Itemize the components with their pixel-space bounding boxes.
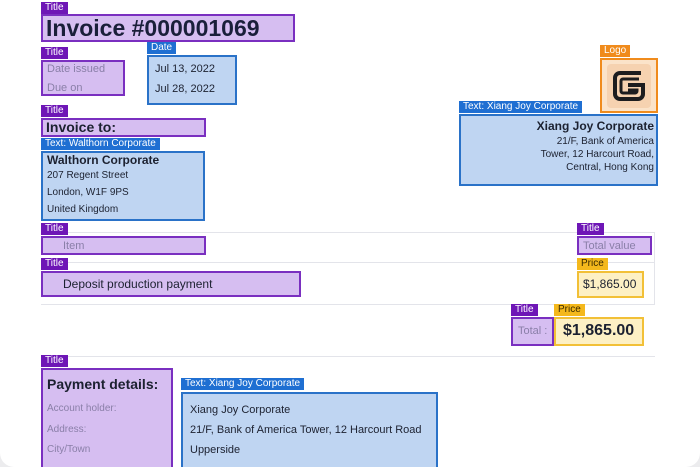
title-tag: Title [577, 223, 604, 235]
recipient-address-line1: 207 Regent Street [47, 170, 129, 181]
city-label: City/Town [47, 444, 91, 455]
title-tag: Title [41, 47, 68, 59]
address-value: 21/F, Bank of America Tower, 12 Harcourt… [190, 424, 422, 436]
g-logo-icon [606, 63, 652, 109]
payment-details-title: Payment details: [47, 376, 159, 392]
price-tag: Price [554, 304, 585, 316]
city-value: Upperside [190, 444, 241, 456]
recipient-address-line3: United Kingdom [47, 204, 119, 215]
col-item-header: Item [63, 240, 85, 252]
total-value: $1,865.00 [563, 322, 635, 339]
title-tag: Title [41, 258, 68, 270]
recipient-name: Walthorn Corporate [47, 153, 160, 167]
table-top-border [41, 232, 655, 233]
title-tag: Title [41, 2, 68, 14]
date-issued-value: Jul 13, 2022 [155, 63, 215, 75]
row-price: $1,865.00 [583, 277, 637, 291]
sender-tag: Text: Xiang Joy Corporate [459, 101, 583, 113]
sender-address-line2: Tower, 12 Harcourt Road, [540, 149, 654, 160]
account-holder-value: Xiang Joy Corporate [190, 404, 291, 416]
logo-tag: Logo [600, 45, 631, 57]
col-total-value-header: Total value [583, 240, 636, 252]
total-label: Total : [518, 325, 548, 337]
invoice-page: Title Invoice #000001069 Title Date issu… [0, 0, 700, 467]
payment-text-tag: Text: Xiang Joy Corporate [181, 378, 305, 390]
table-right-border [654, 232, 655, 305]
title-tag: Title [41, 355, 68, 367]
date-tag: Date [147, 42, 177, 54]
sender-address-line1: 21/F, Bank of America [556, 136, 654, 147]
row-item: Deposit production payment [63, 277, 213, 291]
table-header-divider [41, 262, 655, 263]
due-on-label: Due on [47, 82, 83, 94]
title-tag: Title [41, 105, 68, 117]
invoice-title: Invoice #000001069 [46, 15, 260, 41]
address-label: Address: [47, 424, 87, 435]
price-tag: Price [577, 258, 608, 270]
sender-address-line3: Central, Hong Kong [566, 162, 654, 173]
due-on-value: Jul 28, 2022 [155, 83, 215, 95]
invoice-to-label: Invoice to: [46, 119, 117, 135]
title-tag: Title [41, 223, 68, 235]
recipient-tag: Text: Walthorn Corporate [41, 138, 160, 150]
sender-name: Xiang Joy Corporate [536, 119, 654, 133]
date-issued-label: Date issued [47, 63, 106, 75]
title-tag: Title [511, 304, 538, 316]
section-divider [41, 356, 655, 357]
recipient-address-line2: London, W1F 9PS [47, 187, 129, 198]
account-holder-label: Account holder: [47, 403, 117, 414]
